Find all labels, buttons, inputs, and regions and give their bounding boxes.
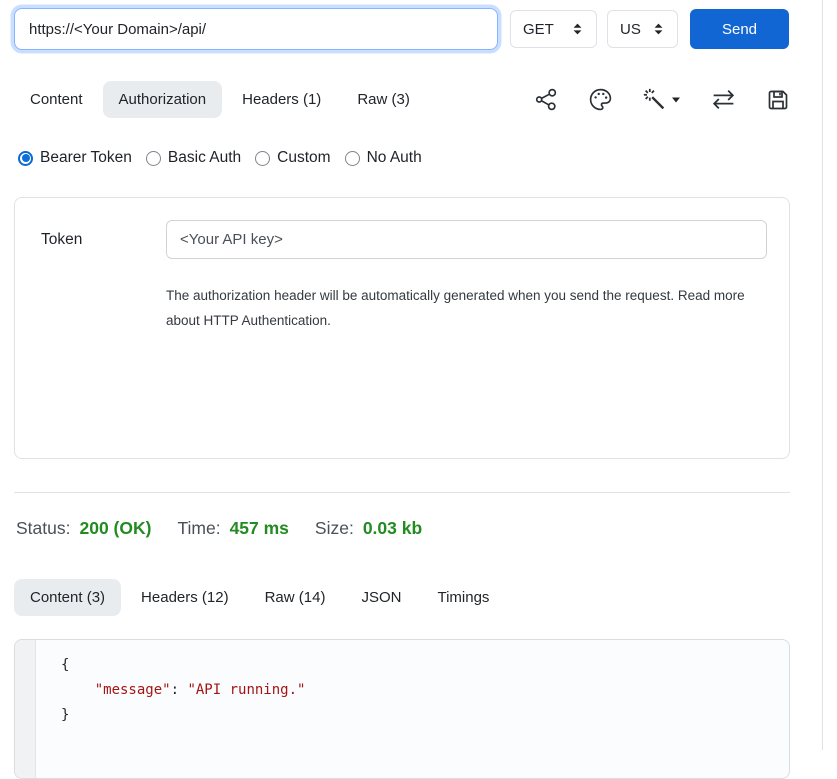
auth-option-label: Basic Auth (168, 149, 241, 167)
radio-no-auth[interactable] (345, 151, 360, 166)
radio-custom[interactable] (255, 151, 270, 166)
auth-option-label: Custom (277, 149, 330, 167)
api-client-page: GET US Send Content Authorization Header… (0, 0, 837, 779)
status-value: 200 (OK) (79, 518, 151, 539)
updown-arrows-icon (652, 22, 665, 36)
auth-option-label: Bearer Token (40, 149, 132, 167)
section-divider (14, 492, 790, 493)
auth-option-custom[interactable]: Custom (255, 149, 330, 167)
response-tab-json[interactable]: JSON (345, 579, 417, 616)
auth-option-basic-auth[interactable]: Basic Auth (146, 149, 241, 167)
code-line: { (61, 653, 779, 678)
request-bar: GET US Send (14, 8, 790, 50)
token-panel: Token The authorization header will be a… (14, 197, 790, 459)
response-status-bar: Status: 200 (OK) Time: 457 ms Size: 0.03… (14, 518, 790, 539)
response-tab-headers[interactable]: Headers (12) (125, 579, 245, 616)
region-select-value: US (620, 21, 641, 38)
code-gutter (15, 640, 36, 778)
method-select[interactable]: GET (510, 10, 597, 48)
palette-icon[interactable] (588, 87, 613, 112)
time-value: 457 ms (230, 518, 289, 539)
token-row: Token (41, 220, 767, 259)
size-group: Size: 0.03 kb (315, 518, 422, 539)
tab-authorization[interactable]: Authorization (103, 81, 223, 118)
url-input[interactable] (14, 8, 498, 50)
swap-arrows-icon[interactable] (710, 87, 737, 112)
response-tab-timings[interactable]: Timings (421, 579, 505, 616)
response-tab-content[interactable]: Content (3) (14, 579, 121, 616)
response-json-code: { "message": "API running." } (36, 640, 789, 778)
magic-wand-icon[interactable] (642, 87, 681, 112)
window-edge-divider (822, 0, 823, 750)
caret-down-icon (671, 95, 681, 105)
status-group: Status: 200 (OK) (16, 518, 151, 539)
size-label: Size: (315, 518, 354, 539)
code-line: "message": "API running." (61, 678, 779, 703)
request-tabs-row: Content Authorization Headers (1) Raw (3… (14, 81, 790, 118)
auth-option-bearer-token[interactable]: Bearer Token (18, 149, 132, 167)
auth-options: Bearer Token Basic Auth Custom No Auth (14, 149, 790, 167)
response-tabs-row: Content (3) Headers (12) Raw (14) JSON T… (14, 579, 790, 616)
time-group: Time: 457 ms (177, 518, 288, 539)
token-help-text: The authorization header will be automat… (166, 283, 754, 333)
response-body-panel: { "message": "API running." } (14, 639, 790, 779)
save-icon[interactable] (766, 88, 790, 112)
json-value: "API running." (187, 682, 305, 698)
radio-basic-auth[interactable] (146, 151, 161, 166)
toolbar-icons (534, 87, 790, 112)
json-key: "message" (95, 682, 171, 698)
radio-bearer-token[interactable] (18, 151, 33, 166)
auth-option-label: No Auth (367, 149, 422, 167)
send-button[interactable]: Send (690, 9, 789, 49)
size-value: 0.03 kb (363, 518, 422, 539)
tab-headers[interactable]: Headers (1) (226, 81, 337, 118)
time-label: Time: (177, 518, 220, 539)
tab-content[interactable]: Content (14, 81, 99, 118)
response-tab-raw[interactable]: Raw (14) (249, 579, 342, 616)
share-icon[interactable] (534, 87, 559, 112)
token-input[interactable] (166, 220, 767, 259)
updown-arrows-icon (571, 22, 584, 36)
method-select-value: GET (523, 21, 554, 38)
tab-raw[interactable]: Raw (3) (341, 81, 426, 118)
status-label: Status: (16, 518, 70, 539)
token-label: Token (41, 231, 166, 249)
code-line: } (61, 703, 779, 728)
region-select[interactable]: US (607, 10, 678, 48)
auth-option-no-auth[interactable]: No Auth (345, 149, 422, 167)
